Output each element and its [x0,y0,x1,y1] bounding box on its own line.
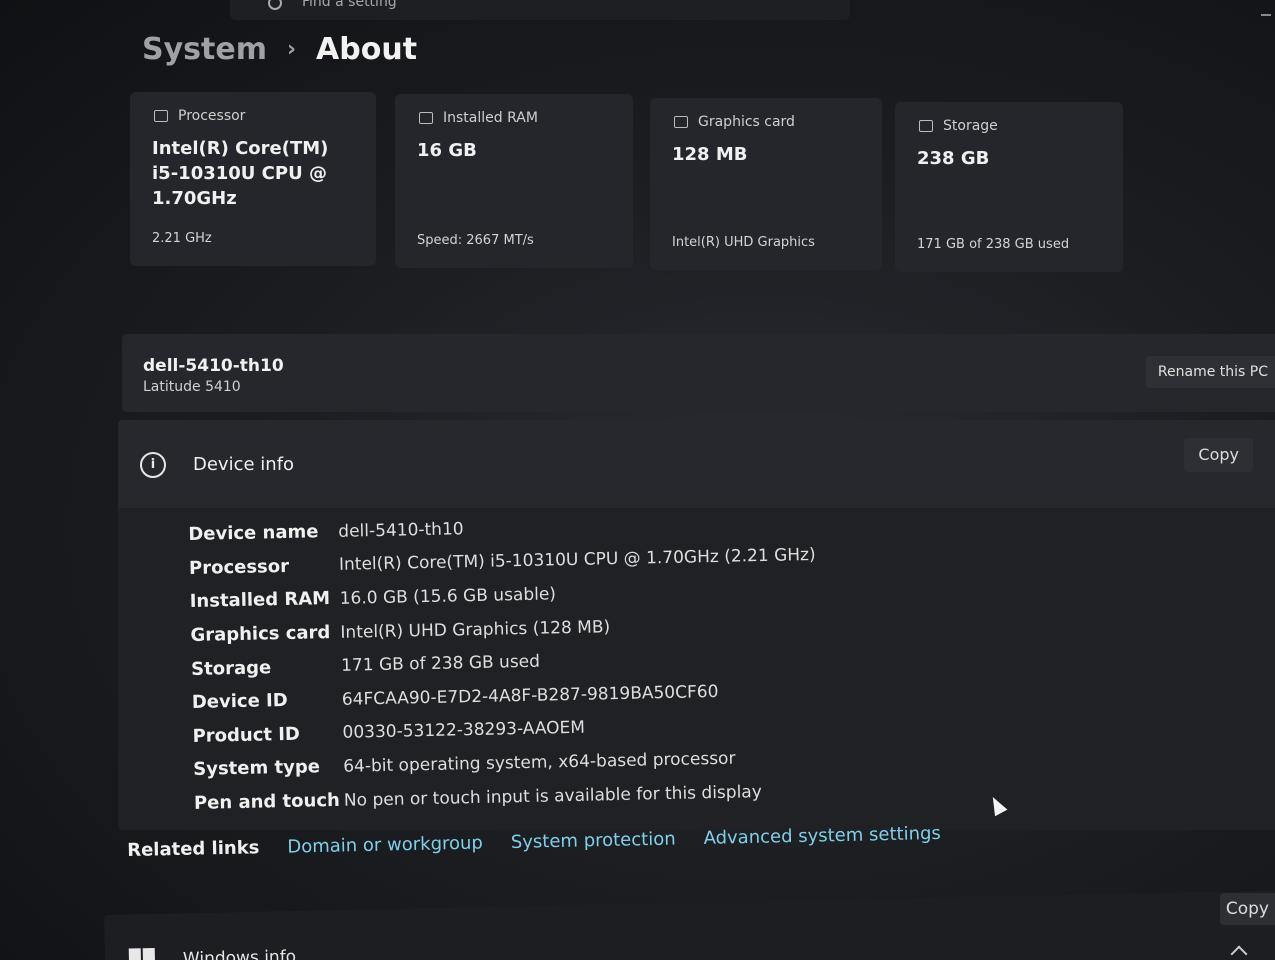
ram-card-label: Installed RAM [443,110,538,126]
storage-card-value: 238 GB [917,148,990,169]
device-info-header[interactable]: i Device info Copy [118,420,1275,508]
spec-value: No pen or touch input is available for t… [343,781,763,811]
storage-card: Storage 238 GB 171 GB of 238 GB used [895,102,1123,272]
spec-value: 64FCAA90-E7D2-4A8F-B287-9819BA50CF60 [341,681,719,710]
ram-card-header: Installed RAM [419,110,538,126]
spec-value: 171 GB of 238 GB used [340,651,541,676]
system-protection-link[interactable]: System protection [511,829,676,853]
device-info-panel: i Device info Copy Device name dell-5410… [118,420,1275,830]
spec-label: Device name [188,521,319,546]
ram-card-speed: Speed: 2667 MT/s [417,233,534,248]
windows-info-panel[interactable]: Windows info [104,890,1275,960]
pc-name: dell-5410-th10 [143,356,284,376]
spec-value: 16.0 GB (15.6 GB usable) [339,584,557,609]
graphics-card-label: Graphics card [698,114,795,130]
device-spec-list: Device name dell-5410-th10 Processor Int… [188,499,1094,820]
spec-label: Processor [188,555,290,579]
info-icon: i [140,452,166,478]
spec-value: 64-bit operating system, x64-based proce… [343,748,736,777]
search-placeholder: Find a setting [302,0,397,10]
search-box[interactable]: Find a setting [230,0,850,20]
processor-card: Processor Intel(R) Core(TM) i5-10310U CP… [130,92,376,266]
storage-icon [919,120,933,132]
storage-card-header: Storage [919,118,998,134]
spec-value: Intel(R) Core(TM) i5-10310U CPU @ 1.70GH… [338,545,816,576]
spec-label: Product ID [192,723,301,747]
copy-windows-info-button[interactable]: Copy [1219,893,1275,925]
minimize-icon[interactable] [1261,14,1271,16]
storage-card-usage: 171 GB of 238 GB used [917,237,1070,252]
breadcrumb-chevron-icon: › [286,37,297,62]
windows-info-title: Windows info [182,946,297,960]
windows-logo-icon [128,947,156,960]
breadcrumb: System › About [142,32,417,67]
spec-label: Pen and touch [193,789,341,814]
advanced-system-settings-link[interactable]: Advanced system settings [703,823,941,849]
spec-value: 00330-53122-38293-AAOEM [342,718,586,744]
pc-name-row: dell-5410-th10 Latitude 5410 Rename this… [122,334,1275,412]
graphics-card: Graphics card 128 MB Intel(R) UHD Graphi… [650,98,882,270]
device-info-title: Device info [193,454,295,475]
processor-card-value: Intel(R) Core(TM) i5-10310U CPU @ 1.70GH… [152,138,329,209]
rename-pc-button[interactable]: Rename this PC [1145,356,1275,388]
page-title: About [316,32,418,67]
processor-card-header: Processor [154,108,245,124]
pc-model: Latitude 5410 [143,379,241,395]
processor-card-label: Processor [178,108,246,124]
spec-label: Graphics card [190,622,331,647]
graphics-card-icon [674,116,688,128]
spec-label: Storage [190,656,272,680]
ram-card: Installed RAM 16 GB Speed: 2667 MT/s [395,94,633,268]
spec-value: dell-5410-th10 [338,519,464,542]
spec-label: Device ID [191,690,288,714]
graphics-card-header: Graphics card [674,114,795,130]
breadcrumb-system[interactable]: System [142,32,267,67]
spec-value: Intel(R) UHD Graphics (128 MB) [340,616,611,643]
domain-or-workgroup-link[interactable]: Domain or workgroup [287,833,483,858]
search-icon [268,0,282,10]
spec-label: System type [193,756,321,781]
ram-card-value: 16 GB [417,140,477,161]
processor-icon [154,110,168,122]
settings-window: Find a setting System › About Processor … [0,0,1275,960]
ram-icon [419,112,433,124]
spec-label: Installed RAM [189,588,331,613]
related-links-label: Related links [127,837,260,861]
processor-card-speed: 2.21 GHz [152,231,212,246]
graphics-card-value: 128 MB [672,144,748,165]
graphics-card-model: Intel(R) UHD Graphics [672,235,815,250]
copy-device-info-button[interactable]: Copy [1184,438,1253,472]
storage-card-label: Storage [943,118,998,134]
